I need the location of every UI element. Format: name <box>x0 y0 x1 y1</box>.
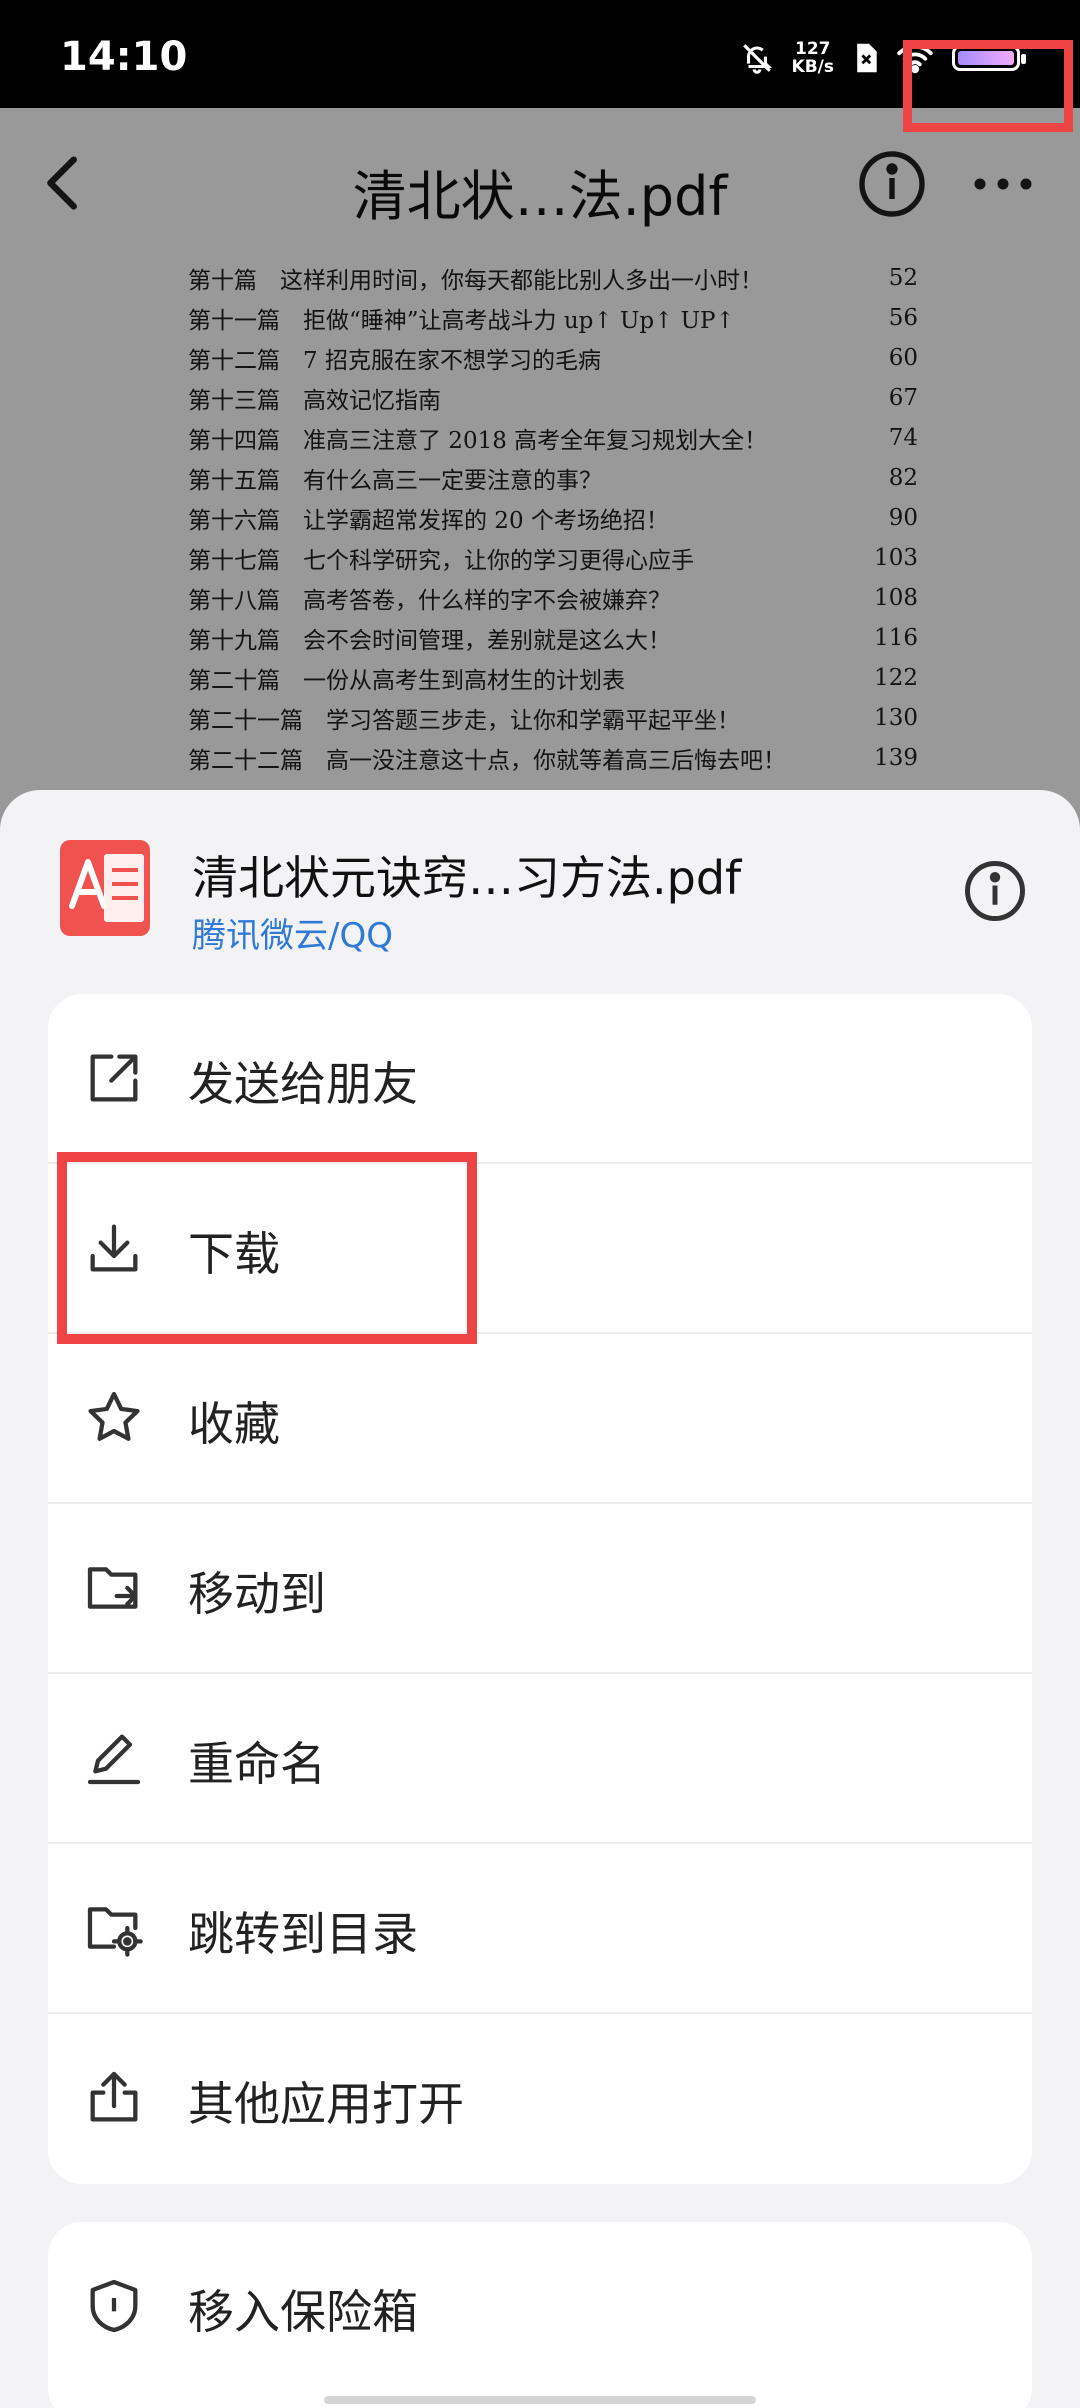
highlight-box-more <box>903 40 1073 132</box>
status-time: 14:10 <box>60 34 188 80</box>
menu-item-favorite[interactable]: 收藏 <box>48 1334 1032 1504</box>
menu-item-send-to-friend[interactable]: 发送给朋友 <box>48 994 1032 1164</box>
menu-item-label: 重命名 <box>188 1737 326 1791</box>
pencil-icon <box>87 1734 141 1785</box>
pdf-file-icon <box>60 840 150 936</box>
shield-icon <box>90 2279 138 2333</box>
highlight-box-download <box>57 1152 477 1344</box>
open-with-icon <box>90 2071 138 2122</box>
menu-item-label: 跳转到目录 <box>188 1907 418 1961</box>
menu-item-move-to-safe[interactable]: 移入保险箱 <box>48 2222 1032 2392</box>
file-name: 清北状元诀窍…习方法.pdf <box>192 851 742 905</box>
folder-locate-icon <box>87 1907 143 1957</box>
star-icon <box>88 1391 140 1441</box>
menu-item-open-with[interactable]: 其他应用打开 <box>48 2014 1032 2184</box>
folder-move-icon <box>87 1567 138 1609</box>
action-sheet: 清北状元诀窍…习方法.pdf 腾讯微云/QQ 发送给朋友 下载 收藏 移动到 重… <box>0 790 1080 2408</box>
menu-item-move-to[interactable]: 移动到 <box>48 1504 1032 1674</box>
menu-card-secondary: 移入保险箱 <box>48 2222 1032 2408</box>
menu-item-go-to-directory[interactable]: 跳转到目录 <box>48 1844 1032 2014</box>
menu-item-label: 移动到 <box>188 1567 326 1621</box>
menu-item-label: 收藏 <box>188 1397 280 1451</box>
menu-item-rename[interactable]: 重命名 <box>48 1674 1032 1844</box>
network-speed: 127 KB/s <box>791 39 834 77</box>
mute-bell-icon <box>742 44 772 74</box>
info-icon[interactable] <box>962 858 1028 924</box>
share-external-icon <box>90 1054 138 1102</box>
home-indicator[interactable] <box>324 2396 756 2404</box>
sim-off-icon <box>857 43 877 73</box>
menu-item-label: 其他应用打开 <box>188 2077 464 2131</box>
file-source-link[interactable]: 腾讯微云/QQ <box>192 908 393 957</box>
menu-item-label: 发送给朋友 <box>188 1057 418 1111</box>
menu-item-label: 移入保险箱 <box>188 2285 418 2339</box>
